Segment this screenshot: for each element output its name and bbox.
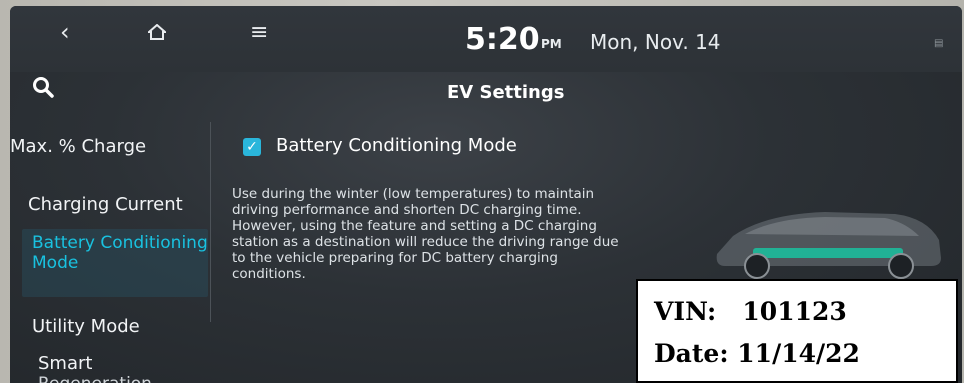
- sidebar-item-utility-mode[interactable]: Utility Mode: [32, 316, 140, 337]
- vehicle-illustration: [716, 212, 941, 279]
- clock-time: 5:20: [465, 22, 540, 57]
- battery-conditioning-checkbox[interactable]: ✓: [243, 138, 261, 156]
- option-description: Use during the winter (low temperatures)…: [232, 186, 619, 282]
- vin-label: VIN: 101123: [654, 297, 847, 326]
- vin-date-overlay: VIN: 101123 Date: 11/14/22: [636, 279, 958, 383]
- sidebar-item-charging-current[interactable]: Charging Current: [28, 194, 183, 215]
- date-label: Date: 11/14/22: [654, 339, 860, 368]
- back-icon[interactable]: ‹: [60, 18, 70, 46]
- page-title: EV Settings: [447, 82, 565, 103]
- sidebar-divider: [210, 122, 211, 322]
- option-label[interactable]: Battery Conditioning Mode: [276, 135, 517, 156]
- date-display: Mon, Nov. 14: [590, 30, 721, 54]
- sidebar-item-max-charge[interactable]: Max. % Charge: [10, 136, 146, 157]
- menu-icon[interactable]: ≡: [250, 20, 268, 45]
- clock-ampm: PM: [541, 37, 562, 51]
- sidebar-item-smart-regeneration-cont[interactable]: Regeneration: [38, 374, 152, 383]
- sidebar-item-smart-regeneration[interactable]: Smart: [38, 354, 92, 374]
- status-icon: ▤: [934, 38, 944, 49]
- sidebar-item-battery-conditioning[interactable]: Battery Conditioning Mode: [32, 233, 212, 273]
- search-icon[interactable]: [32, 76, 54, 102]
- settings-sidebar: Max. % Charge Charging Current Battery C…: [10, 112, 208, 383]
- home-icon[interactable]: [146, 23, 168, 44]
